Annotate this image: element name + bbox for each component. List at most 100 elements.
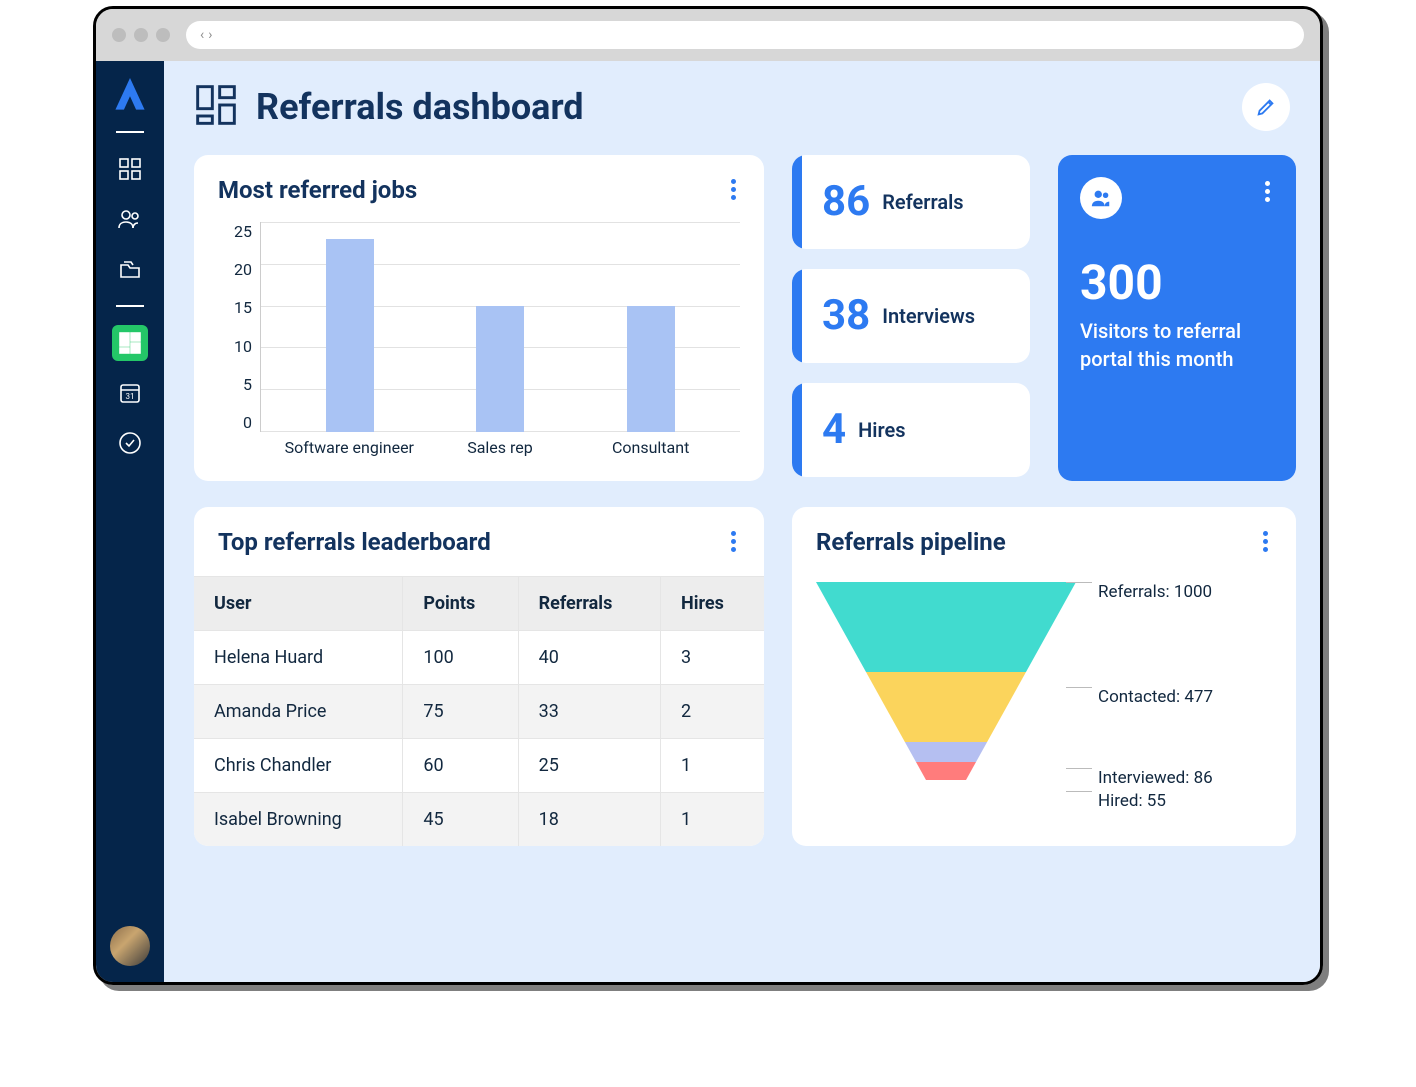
table-cell: Isabel Browning	[194, 793, 403, 847]
table-header: Referrals	[518, 577, 660, 631]
table-cell: 40	[518, 631, 660, 685]
bar	[627, 306, 675, 432]
sidebar-item-people[interactable]	[112, 201, 148, 237]
x-tick: Consultant	[576, 438, 726, 457]
table-row: Chris Chandler60251	[194, 739, 764, 793]
user-avatar[interactable]	[110, 926, 150, 966]
svg-text:31: 31	[126, 392, 135, 401]
url-bar[interactable]: ‹ ›	[186, 21, 1304, 49]
metric-label: Referrals	[882, 190, 963, 214]
table-cell: Helena Huard	[194, 631, 403, 685]
funnel-segment	[866, 672, 1026, 742]
card-menu-button[interactable]	[727, 527, 740, 556]
funnel-label: Referrals: 1000	[1098, 582, 1212, 602]
sidebar-divider	[116, 131, 144, 133]
dashboard-grid: Most referred jobs 25 20 15 10 5 0 Software e…	[194, 155, 1290, 846]
dashboard-header-icon	[194, 83, 238, 131]
table-header: Points	[403, 577, 518, 631]
card-title: Top referrals leaderboard	[218, 528, 491, 556]
table-cell: 3	[661, 631, 765, 685]
table-row: Amanda Price75332	[194, 685, 764, 739]
y-tick: 25	[218, 222, 252, 241]
y-tick: 20	[218, 260, 252, 279]
x-tick: Software engineer	[274, 438, 424, 457]
visitors-card: 300 Visitors to referral portal this mon…	[1058, 155, 1296, 481]
pipeline-card: Referrals pipeline Referrals: 1000 Contac…	[792, 507, 1296, 846]
leaderboard-table: UserPointsReferralsHires Helena Huard100…	[194, 576, 764, 846]
app-logo-icon[interactable]	[112, 77, 148, 113]
metric-card: 4 Hires	[792, 383, 1030, 477]
card-menu-button[interactable]	[1259, 527, 1272, 556]
card-menu-button[interactable]	[727, 175, 740, 204]
page-title: Referrals dashboard	[256, 86, 584, 128]
sidebar-item-folders[interactable]	[112, 251, 148, 287]
y-tick: 15	[218, 298, 252, 317]
browser-chrome: ‹ ›	[96, 9, 1320, 61]
funnel-segment	[905, 742, 987, 762]
funnel-label: Contacted: 477	[1098, 687, 1213, 707]
y-tick: 10	[218, 337, 252, 356]
table-cell: 25	[518, 739, 660, 793]
nav-forward-icon[interactable]: ›	[208, 27, 212, 43]
bar	[476, 306, 524, 432]
table-cell: 60	[403, 739, 518, 793]
app-window: ‹ › 31	[93, 6, 1323, 985]
app-body: 31 Referrals dashboard	[96, 61, 1320, 982]
maximize-dot[interactable]	[156, 28, 170, 42]
table-header: Hires	[661, 577, 765, 631]
funnel-segment	[816, 582, 1076, 672]
visitors-value: 300	[1080, 259, 1274, 307]
window-controls[interactable]	[112, 28, 170, 42]
sidebar-divider	[116, 305, 144, 307]
table-cell: 75	[403, 685, 518, 739]
metric-value: 38	[822, 295, 870, 337]
table-cell: Chris Chandler	[194, 739, 403, 793]
table-cell: 1	[661, 739, 765, 793]
funnel-label: Interviewed: 86	[1098, 768, 1213, 788]
leaderboard-card: Top referrals leaderboard UserPointsRefe…	[194, 507, 764, 846]
table-cell: 2	[661, 685, 765, 739]
close-dot[interactable]	[112, 28, 126, 42]
card-title: Referrals pipeline	[816, 528, 1006, 556]
people-icon	[1080, 177, 1122, 219]
table-header: User	[194, 577, 403, 631]
nav-back-icon[interactable]: ‹	[200, 27, 204, 43]
metric-card: 38 Interviews	[792, 269, 1030, 363]
metric-label: Interviews	[882, 304, 975, 328]
table-cell: 45	[403, 793, 518, 847]
table-row: Isabel Browning45181	[194, 793, 764, 847]
pencil-icon	[1255, 96, 1277, 118]
funnel-segment	[916, 762, 976, 780]
metrics-column: 86 Referrals 38 Interviews 4 Hires	[792, 155, 1030, 481]
funnel-label: Hired: 55	[1098, 791, 1166, 811]
metric-value: 4	[822, 409, 846, 451]
most-referred-card: Most referred jobs 25 20 15 10 5 0 Software e…	[194, 155, 764, 481]
table-cell: 18	[518, 793, 660, 847]
sidebar-item-dashboard[interactable]	[112, 151, 148, 187]
bar-chart: 25 20 15 10 5 0	[218, 222, 740, 432]
card-title: Most referred jobs	[218, 176, 417, 204]
page-header: Referrals dashboard	[194, 83, 1290, 131]
metric-label: Hires	[858, 418, 905, 442]
table-cell: 100	[403, 631, 518, 685]
bar	[326, 239, 374, 432]
sidebar: 31	[96, 61, 164, 982]
table-row: Helena Huard100403	[194, 631, 764, 685]
table-cell: 1	[661, 793, 765, 847]
funnel-chart	[816, 582, 1076, 812]
sidebar-item-boards[interactable]	[112, 325, 148, 361]
metric-value: 86	[822, 181, 870, 223]
y-tick: 5	[218, 375, 252, 394]
visitors-label: Visitors to referral portal this month	[1080, 317, 1274, 373]
minimize-dot[interactable]	[134, 28, 148, 42]
x-tick: Sales rep	[425, 438, 575, 457]
table-cell: Amanda Price	[194, 685, 403, 739]
metric-card: 86 Referrals	[792, 155, 1030, 249]
sidebar-item-calendar[interactable]: 31	[112, 375, 148, 411]
main-content: Referrals dashboard Most referred jobs 2…	[164, 61, 1320, 982]
sidebar-item-tasks[interactable]	[112, 425, 148, 461]
y-tick: 0	[218, 413, 252, 432]
edit-dashboard-button[interactable]	[1242, 83, 1290, 131]
table-cell: 33	[518, 685, 660, 739]
card-menu-button[interactable]	[1261, 177, 1274, 206]
